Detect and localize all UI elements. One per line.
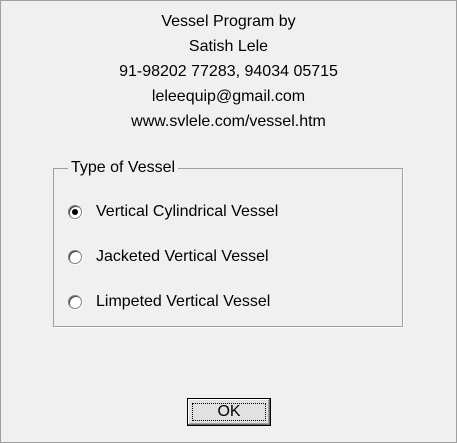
program-website: www.svlele.com/vessel.htm [131, 113, 326, 130]
program-title: Vessel Program by [161, 13, 296, 30]
vessel-type-legend: Type of Vessel [68, 158, 179, 178]
radio-label-jacketed-vertical: Jacketed Vertical Vessel [96, 248, 269, 265]
contact-phones: 91-98202 77283, 94034 05715 [119, 63, 338, 80]
contact-email: leleequip@gmail.com [151, 88, 306, 105]
radio-limpeted-vertical-vessel[interactable]: Limpeted Vertical Vessel [68, 290, 270, 314]
radio-label-vertical-cylindrical: Vertical Cylindrical Vessel [96, 203, 279, 220]
radio-checked-icon[interactable] [68, 205, 82, 219]
radio-label-limpeted-vertical: Limpeted Vertical Vessel [96, 293, 271, 310]
radio-unchecked-icon[interactable] [68, 295, 82, 309]
radio-jacketed-vertical-vessel[interactable]: Jacketed Vertical Vessel [68, 245, 269, 269]
ok-button[interactable]: OK [187, 398, 271, 426]
author-name: Satish Lele [188, 38, 269, 55]
vessel-type-group: Type of Vessel Vertical Cylindrical Vess… [53, 158, 403, 327]
program-info: Vessel Program by Satish Lele 91-98202 7… [1, 9, 456, 134]
radio-vertical-cylindrical-vessel[interactable]: Vertical Cylindrical Vessel [68, 200, 278, 224]
vessel-program-dialog: Vessel Program by Satish Lele 91-98202 7… [0, 0, 457, 443]
ok-button-label: OK [192, 403, 266, 421]
radio-unchecked-icon[interactable] [68, 250, 82, 264]
